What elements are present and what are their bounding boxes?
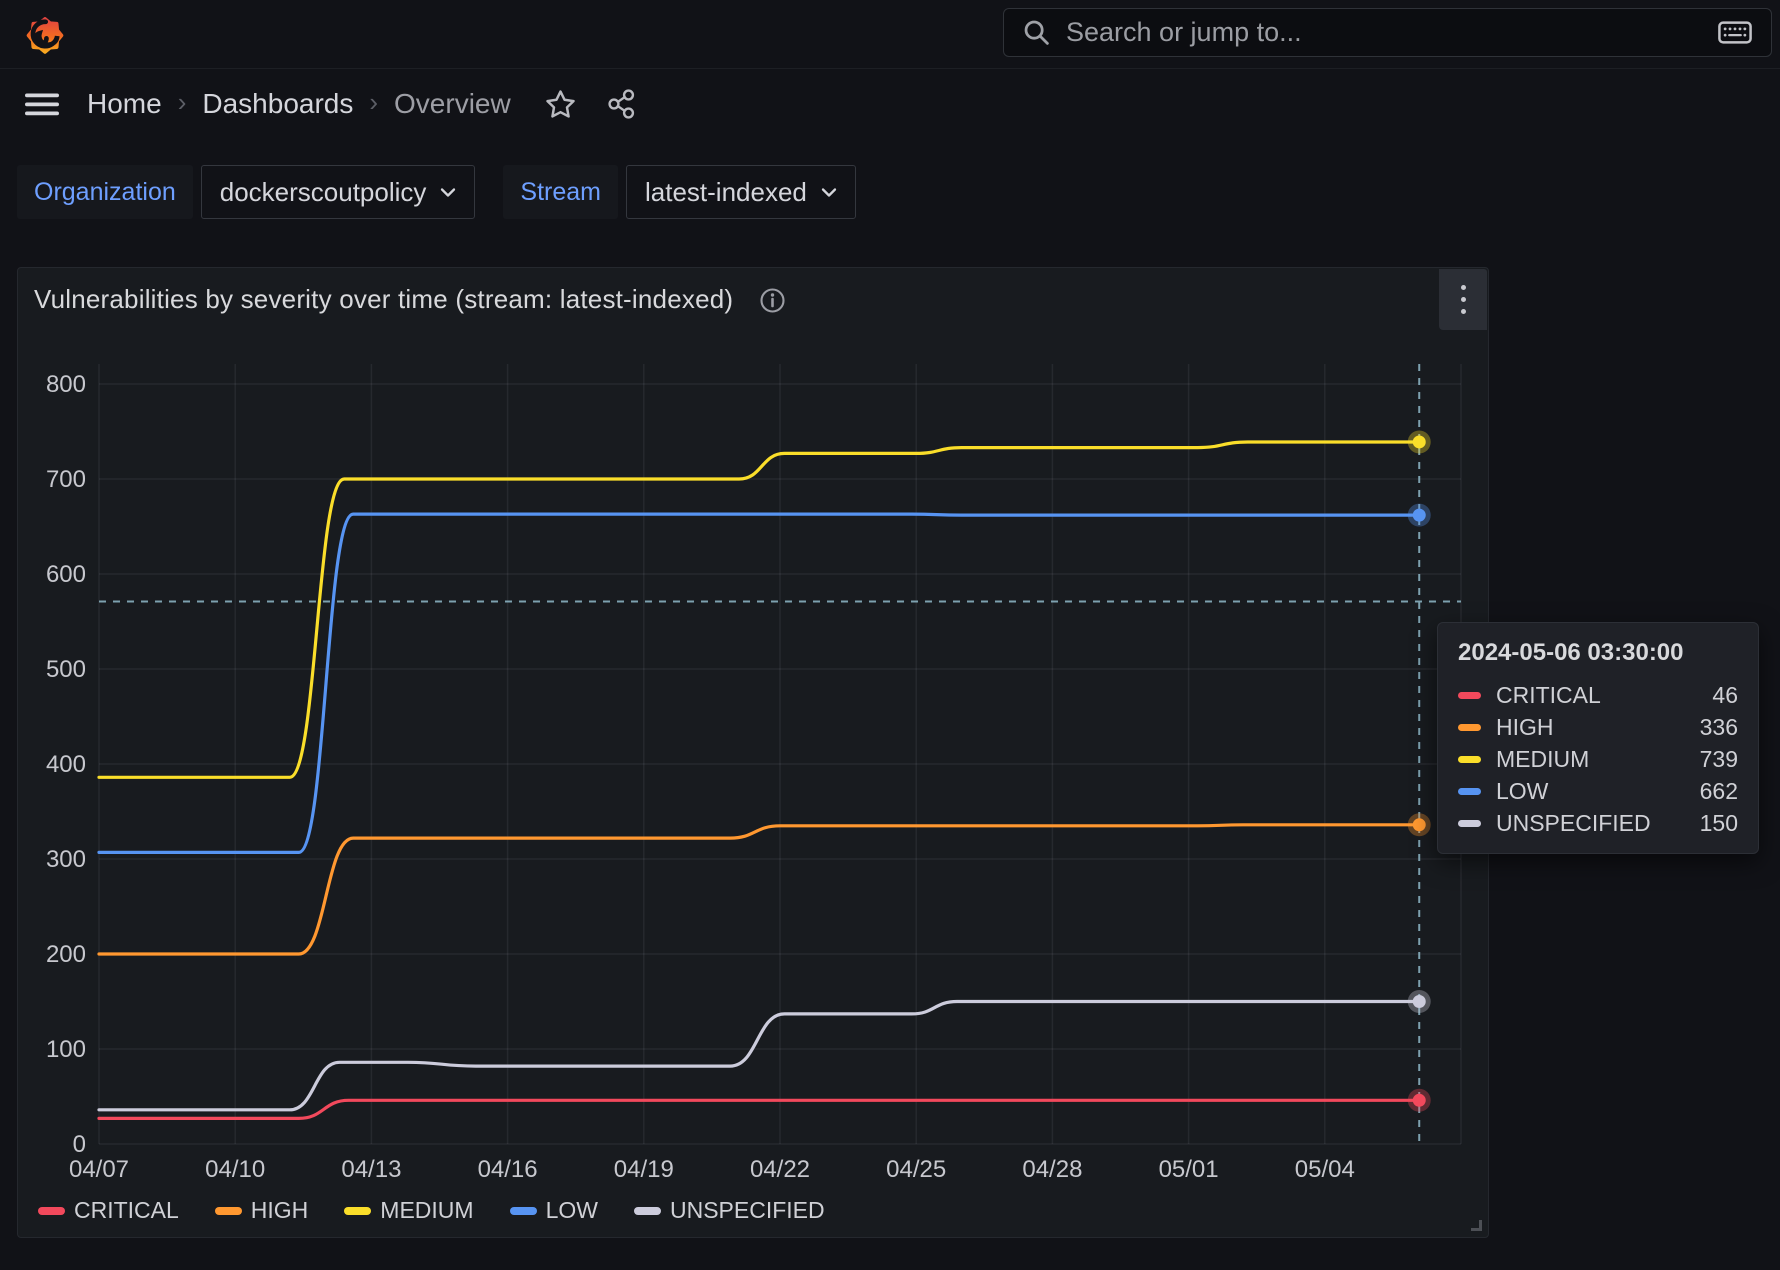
menu-icon[interactable] xyxy=(24,91,60,118)
chart-legend: CRITICAL HIGH MEDIUM LOW UNSPECIFIED xyxy=(38,1197,825,1224)
legend-swatch-icon xyxy=(215,1207,242,1215)
tooltip-row: UNSPECIFIED 150 xyxy=(1458,807,1738,839)
series-swatch-icon xyxy=(1458,692,1481,699)
legend-item-low[interactable]: LOW xyxy=(510,1197,598,1224)
variable-stream-select[interactable]: latest-indexed xyxy=(626,165,856,219)
svg-text:400: 400 xyxy=(46,751,86,778)
variable-organization-label: Organization xyxy=(17,165,193,219)
svg-text:04/10: 04/10 xyxy=(205,1156,265,1183)
breadcrumb-dashboards[interactable]: Dashboards xyxy=(202,88,353,120)
chevron-right-icon: › xyxy=(369,87,378,118)
legend-item-medium[interactable]: MEDIUM xyxy=(344,1197,473,1224)
svg-text:04/16: 04/16 xyxy=(478,1156,538,1183)
grid-lines xyxy=(99,364,1461,1144)
search-placeholder: Search or jump to... xyxy=(1066,17,1717,48)
breadcrumb-home[interactable]: Home xyxy=(87,88,162,120)
grafana-logo-icon[interactable] xyxy=(22,11,68,57)
breadcrumb-bar: Home › Dashboards › Overview xyxy=(0,70,1780,138)
svg-text:04/25: 04/25 xyxy=(886,1156,946,1183)
breadcrumb-overview: Overview xyxy=(394,88,511,120)
series-line-low xyxy=(99,514,1419,852)
series-swatch-icon xyxy=(1458,724,1481,731)
legend-item-high[interactable]: HIGH xyxy=(215,1197,309,1224)
variable-stream: Stream latest-indexed xyxy=(503,165,855,219)
svg-text:200: 200 xyxy=(46,941,86,968)
legend-swatch-icon xyxy=(634,1207,661,1215)
chevron-down-icon xyxy=(821,187,837,198)
svg-text:04/13: 04/13 xyxy=(341,1156,401,1183)
svg-text:04/28: 04/28 xyxy=(1022,1156,1082,1183)
series-line-high xyxy=(99,825,1419,954)
timeseries-panel: Vulnerabilities by severity over time (s… xyxy=(17,267,1489,1238)
grafana-app: { "header": { "search_placeholder": "Sea… xyxy=(0,0,1780,1270)
legend-swatch-icon xyxy=(344,1207,371,1215)
series-swatch-icon xyxy=(1458,756,1481,763)
legend-swatch-icon xyxy=(510,1207,537,1215)
svg-text:04/07: 04/07 xyxy=(69,1156,129,1183)
series-swatch-icon xyxy=(1458,820,1481,827)
tooltip-row: LOW 662 xyxy=(1458,775,1738,807)
svg-text:0: 0 xyxy=(73,1131,86,1158)
variable-organization: Organization dockerscoutpolicy xyxy=(17,165,475,219)
panel-header[interactable]: Vulnerabilities by severity over time (s… xyxy=(18,268,1488,330)
variable-organization-select[interactable]: dockerscoutpolicy xyxy=(201,165,476,219)
legend-swatch-icon xyxy=(38,1207,65,1215)
tooltip-row: CRITICAL 46 xyxy=(1458,679,1738,711)
star-favorite-icon[interactable] xyxy=(545,89,576,119)
share-icon[interactable] xyxy=(606,88,638,120)
chart-tooltip: 2024-05-06 03:30:00 CRITICAL 46 HIGH 336… xyxy=(1437,622,1759,854)
series-line-medium xyxy=(99,442,1419,777)
svg-text:100: 100 xyxy=(46,1036,86,1063)
tooltip-row: HIGH 336 xyxy=(1458,711,1738,743)
keyboard-shortcut-icon xyxy=(1717,19,1753,46)
svg-text:500: 500 xyxy=(46,656,86,683)
svg-text:300: 300 xyxy=(46,846,86,873)
variable-stream-label: Stream xyxy=(503,165,618,219)
panel-menu-kebab-icon[interactable] xyxy=(1439,269,1487,330)
chevron-down-icon xyxy=(440,187,456,198)
panel-resize-handle[interactable] xyxy=(1471,1220,1482,1231)
svg-text:04/22: 04/22 xyxy=(750,1156,810,1183)
series-line-unspecified xyxy=(99,1002,1419,1110)
info-icon[interactable] xyxy=(759,287,786,314)
legend-item-unspecified[interactable]: UNSPECIFIED xyxy=(634,1197,825,1224)
chevron-right-icon: › xyxy=(178,87,187,118)
variable-stream-value: latest-indexed xyxy=(645,177,807,208)
svg-text:800: 800 xyxy=(46,371,86,398)
svg-text:700: 700 xyxy=(46,466,86,493)
svg-text:05/01: 05/01 xyxy=(1159,1156,1219,1183)
svg-text:600: 600 xyxy=(46,561,86,588)
tooltip-timestamp: 2024-05-06 03:30:00 xyxy=(1458,639,1738,667)
search-input[interactable]: Search or jump to... xyxy=(1003,8,1772,57)
svg-text:05/04: 05/04 xyxy=(1295,1156,1355,1183)
svg-text:04/19: 04/19 xyxy=(614,1156,674,1183)
top-header: Search or jump to... xyxy=(0,0,1780,69)
legend-item-critical[interactable]: CRITICAL xyxy=(38,1197,179,1224)
series-swatch-icon xyxy=(1458,788,1481,795)
dashboard-variables: Organization dockerscoutpolicy Stream la… xyxy=(17,165,884,219)
panel-title: Vulnerabilities by severity over time (s… xyxy=(34,284,733,315)
breadcrumb: Home › Dashboards › Overview xyxy=(87,88,511,120)
search-icon xyxy=(1022,18,1052,48)
chart-svg[interactable]: 0 100 200 300 400 500 600 700 800 04/07 04/10 04/13… xyxy=(18,331,1490,1191)
variable-organization-value: dockerscoutpolicy xyxy=(220,177,427,208)
tooltip-row: MEDIUM 739 xyxy=(1458,743,1738,775)
